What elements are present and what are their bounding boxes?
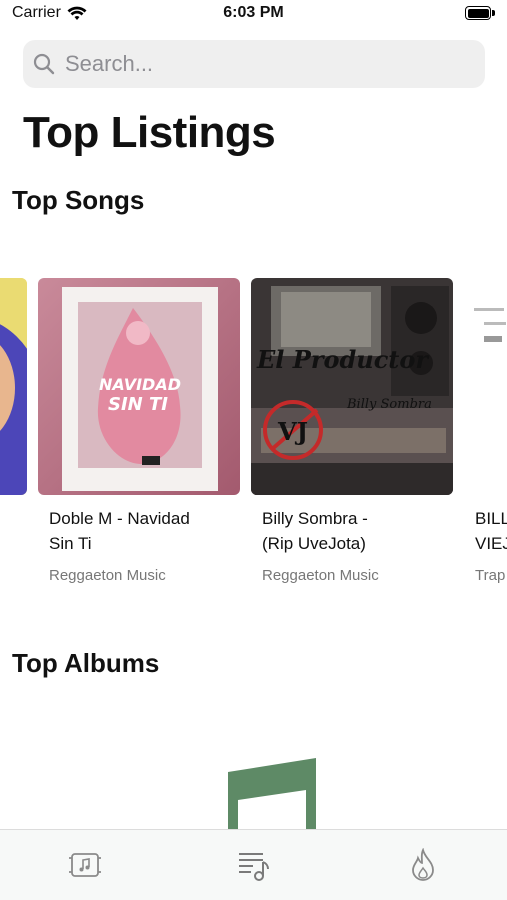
song-title: Doble M - Navidad Sin Ti [49, 509, 190, 553]
song-cover-art [0, 278, 27, 495]
search-bar[interactable] [23, 40, 485, 88]
song-title: Billy Sombra - (Rip UveJota) [262, 509, 368, 553]
song-cover-art: El Productor Billy Sombra VJ [251, 278, 453, 495]
song-card[interactable]: BILLY VIEJ Trap [464, 278, 507, 584]
cover-title-text: NAVIDAD [99, 375, 181, 394]
tab-albums[interactable] [55, 835, 115, 895]
top-albums-heading: Top Albums [12, 648, 160, 678]
album-icon [68, 853, 101, 877]
tab-songs[interactable] [224, 835, 284, 895]
song-card[interactable]: El Productor Billy Sombra VJ Billy Sombr… [251, 278, 453, 584]
song-cover: NAVIDAD SIN TI [38, 278, 240, 495]
svg-text:SIN TI: SIN TI [108, 394, 168, 415]
song-cover-art: NAVIDAD SIN TI [38, 278, 240, 495]
playlist-icon [238, 853, 269, 881]
battery-icon [465, 6, 495, 20]
svg-text:VJ: VJ [277, 417, 308, 446]
flame-icon [411, 848, 434, 881]
tab-trending[interactable] [393, 835, 453, 895]
song-genre: Trap [475, 567, 506, 584]
svg-text:Billy Sombra: Billy Sombra [346, 397, 432, 412]
cover-title-text: El Productor [256, 345, 430, 374]
song-card[interactable]: NAVIDAD SIN TI Doble M - Navidad Sin Ti … [38, 278, 240, 584]
top-songs-heading: Top Songs [12, 185, 145, 215]
top-songs-carousel[interactable]: NAVIDAD SIN TI Doble M - Navidad Sin Ti … [0, 278, 507, 598]
song-cover [0, 278, 27, 495]
song-genre: Reggaeton Music [262, 567, 379, 584]
music-note-icon [228, 758, 316, 838]
search-icon [33, 53, 55, 75]
status-bar: Carrier 6:03 PM [0, 0, 507, 28]
screen: Carrier 6:03 PM Top Listings Top Songs [0, 0, 507, 900]
song-cover-art [464, 278, 507, 495]
song-card[interactable] [0, 278, 27, 495]
status-time: 6:03 PM [223, 4, 284, 21]
page-title: Top Listings [23, 108, 276, 157]
song-cover [464, 278, 507, 495]
search-input[interactable] [63, 50, 467, 78]
song-title: BILLY VIEJ [475, 509, 507, 553]
song-genre: Reggaeton Music [49, 567, 166, 584]
song-cover: El Productor Billy Sombra VJ [251, 278, 453, 495]
tab-bar [0, 829, 507, 900]
